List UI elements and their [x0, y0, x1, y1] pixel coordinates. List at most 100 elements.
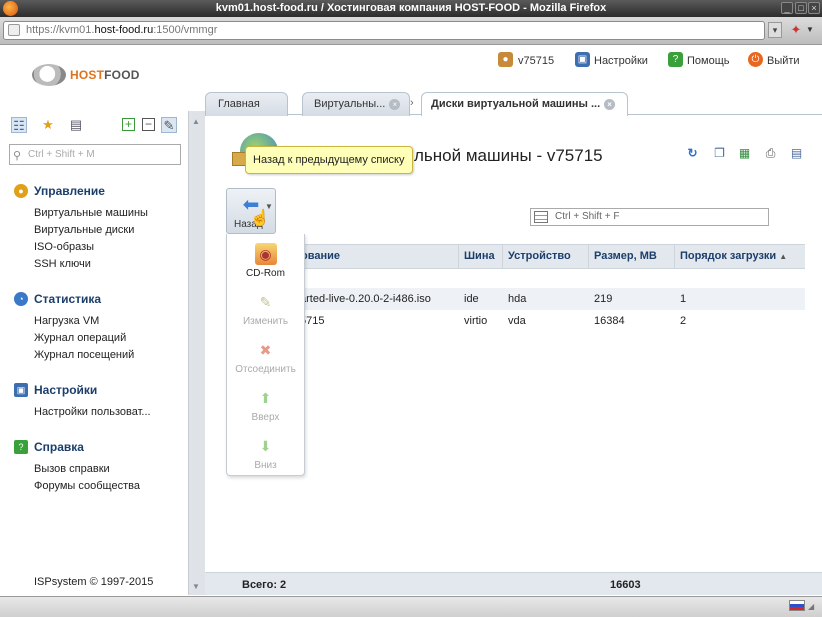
sidebar-item-iso-images[interactable]: ISO-образы [34, 241, 94, 253]
sidebar-section-management[interactable]: Управление [34, 184, 105, 198]
dropdown-item-label: Изменить [242, 316, 289, 327]
sidebar-item-virtual-machines[interactable]: Виртуальные машины [34, 207, 148, 219]
breadcrumb-arrow-icon: › [410, 97, 414, 109]
down-icon: ⬇ [259, 438, 272, 454]
favorites-icon[interactable]: ★ [40, 117, 56, 133]
settings-section-icon: ▣ [14, 383, 28, 397]
help-link[interactable]: Помощь [687, 53, 730, 69]
sidebar-search-input[interactable]: Ctrl + Shift + M [9, 144, 181, 165]
dropdown-item-up[interactable]: ⬆ Вверх [226, 387, 305, 423]
table-settings-icon[interactable]: ▤ [788, 145, 805, 162]
total-count: Всего: 2 [242, 579, 287, 591]
window-title: kvm01.host-food.ru / Хостинговая компани… [215, 2, 607, 14]
dropdown-item-detach[interactable]: ✖ Отсоединить [226, 339, 305, 375]
logout-link[interactable]: Выйти [767, 53, 800, 69]
sidebar-section-help[interactable]: Справка [34, 440, 84, 454]
dropdown-item-label: Вниз [254, 460, 277, 471]
pin-icon[interactable]: ✎ [161, 117, 177, 133]
copy-icon[interactable]: ❐ [711, 145, 728, 162]
help-icon: ? [668, 52, 683, 67]
cell-name: arted-live-0.20.0-2-i486.iso [300, 293, 431, 305]
resize-grip-icon[interactable]: ◢ [808, 602, 818, 612]
refresh-icon[interactable]: ↻ [684, 145, 701, 162]
url-prefix: https://kvm01. [26, 24, 95, 36]
cell-size: 16384 [594, 315, 625, 327]
management-icon: ● [14, 184, 28, 198]
sidebar-item-user-settings[interactable]: Настройки пользоват... [34, 406, 151, 418]
logo-icon [32, 64, 66, 86]
tab-main[interactable]: Главная [205, 92, 288, 116]
edit-icon: ✎ [259, 294, 272, 310]
url-suffix: :1500/vmmgr [153, 24, 218, 36]
up-icon: ⬆ [259, 390, 272, 406]
settings-link[interactable]: Настройки [594, 53, 648, 69]
scroll-down-icon[interactable]: ▼ [192, 582, 200, 591]
sidebar-item-community-forums[interactable]: Форумы сообщества [34, 480, 140, 492]
user-name[interactable]: v75715 [518, 53, 554, 69]
sidebar-section-statistics[interactable]: Статистика [34, 292, 101, 306]
expand-all-icon[interactable]: + [122, 118, 135, 131]
dropdown-item-cdrom[interactable]: ◉ CD-Rom [226, 243, 305, 279]
addon-dropdown-icon[interactable]: ▼ [806, 21, 816, 39]
url-bar[interactable]: https://kvm01.host-food.ru:1500/vmmgr [3, 21, 765, 40]
tab-virtual-machines[interactable]: Виртуальны... × [302, 92, 410, 116]
dropdown-item-label: Отсоединить [235, 364, 296, 375]
sidebar-item-call-help[interactable]: Вызов справки [34, 463, 110, 475]
dropdown-item-label: Вверх [251, 412, 280, 423]
sidebar-section-settings[interactable]: Настройки [34, 383, 97, 397]
filter-input[interactable]: Ctrl + Shift + F [530, 208, 769, 226]
firefox-icon[interactable] [3, 1, 18, 16]
briefcase-icon[interactable]: ▤ [68, 117, 84, 133]
cell-bus: virtio [464, 315, 488, 327]
tree-icon[interactable]: ☷ [11, 117, 27, 133]
table-footer [205, 572, 822, 595]
collapse-all-icon[interactable]: − [142, 118, 155, 131]
column-boot-order-label: Порядок загрузки [680, 250, 777, 262]
tab-close-icon[interactable]: × [604, 99, 616, 110]
cell-boot-order: 1 [680, 293, 687, 305]
search-icon: ⚲ [13, 150, 22, 162]
addon-icon[interactable]: ✦ [786, 21, 806, 39]
column-device[interactable]: Устройство [502, 244, 582, 269]
excel-export-icon[interactable]: ▦ [736, 145, 753, 162]
statistics-icon: ◔ [14, 292, 28, 306]
column-name[interactable]: ование [296, 244, 451, 269]
cell-size: 219 [594, 293, 613, 305]
cell-device: hda [508, 293, 527, 305]
tab-vm-disks[interactable]: Диски виртуальной машины ... × [421, 92, 628, 117]
maximize-icon[interactable]: □ [795, 2, 807, 14]
cell-bus: ide [464, 293, 479, 305]
print-icon[interactable]: ⎙ [762, 145, 779, 162]
sidebar-item-vm-load[interactable]: Нагрузка VM [34, 315, 99, 327]
tab-close-icon[interactable]: × [389, 99, 401, 110]
back-tooltip: Назад к предыдущему списку [245, 146, 413, 174]
site-identity-icon[interactable] [8, 24, 20, 36]
sidebar-item-visits-log[interactable]: Журнал посещений [34, 349, 134, 361]
dropdown-item-edit[interactable]: ✎ Изменить [226, 291, 305, 327]
sort-asc-icon: ▲ [779, 252, 788, 261]
close-window-icon[interactable]: × [808, 2, 820, 14]
url-dropdown-icon[interactable]: ▾ [768, 22, 782, 38]
logo-text: HOSTFOOD [70, 68, 140, 82]
table-row[interactable] [296, 310, 805, 332]
column-boot-order[interactable]: Порядок загрузки ▲ [674, 244, 805, 269]
copyright: ISPsystem © 1997-2015 [34, 576, 154, 588]
sidebar-splitter[interactable] [188, 111, 205, 595]
russian-flag-icon[interactable] [789, 600, 805, 611]
tab-label: Диски виртуальной машины ... [431, 98, 601, 110]
tab-label: Виртуальны... [314, 98, 386, 110]
power-icon: ⏻ [748, 52, 763, 67]
status-bar [0, 596, 822, 617]
dropdown-item-down[interactable]: ⬇ Вниз [226, 435, 305, 471]
minimize-icon[interactable]: _ [781, 2, 793, 14]
url-domain: host-food.ru [94, 24, 154, 36]
sidebar-item-ssh-keys[interactable]: SSH ключи [34, 258, 91, 270]
cell-device: vda [508, 315, 526, 327]
column-bus[interactable]: Шина [458, 244, 496, 269]
user-icon: ● [498, 52, 513, 67]
scroll-up-icon[interactable]: ▲ [192, 117, 200, 126]
sidebar-item-operations-log[interactable]: Журнал операций [34, 332, 126, 344]
page-title: льной машины - v75715 [414, 146, 603, 165]
sidebar-item-virtual-disks[interactable]: Виртуальные диски [34, 224, 134, 236]
column-size[interactable]: Размер, MB [588, 244, 668, 269]
